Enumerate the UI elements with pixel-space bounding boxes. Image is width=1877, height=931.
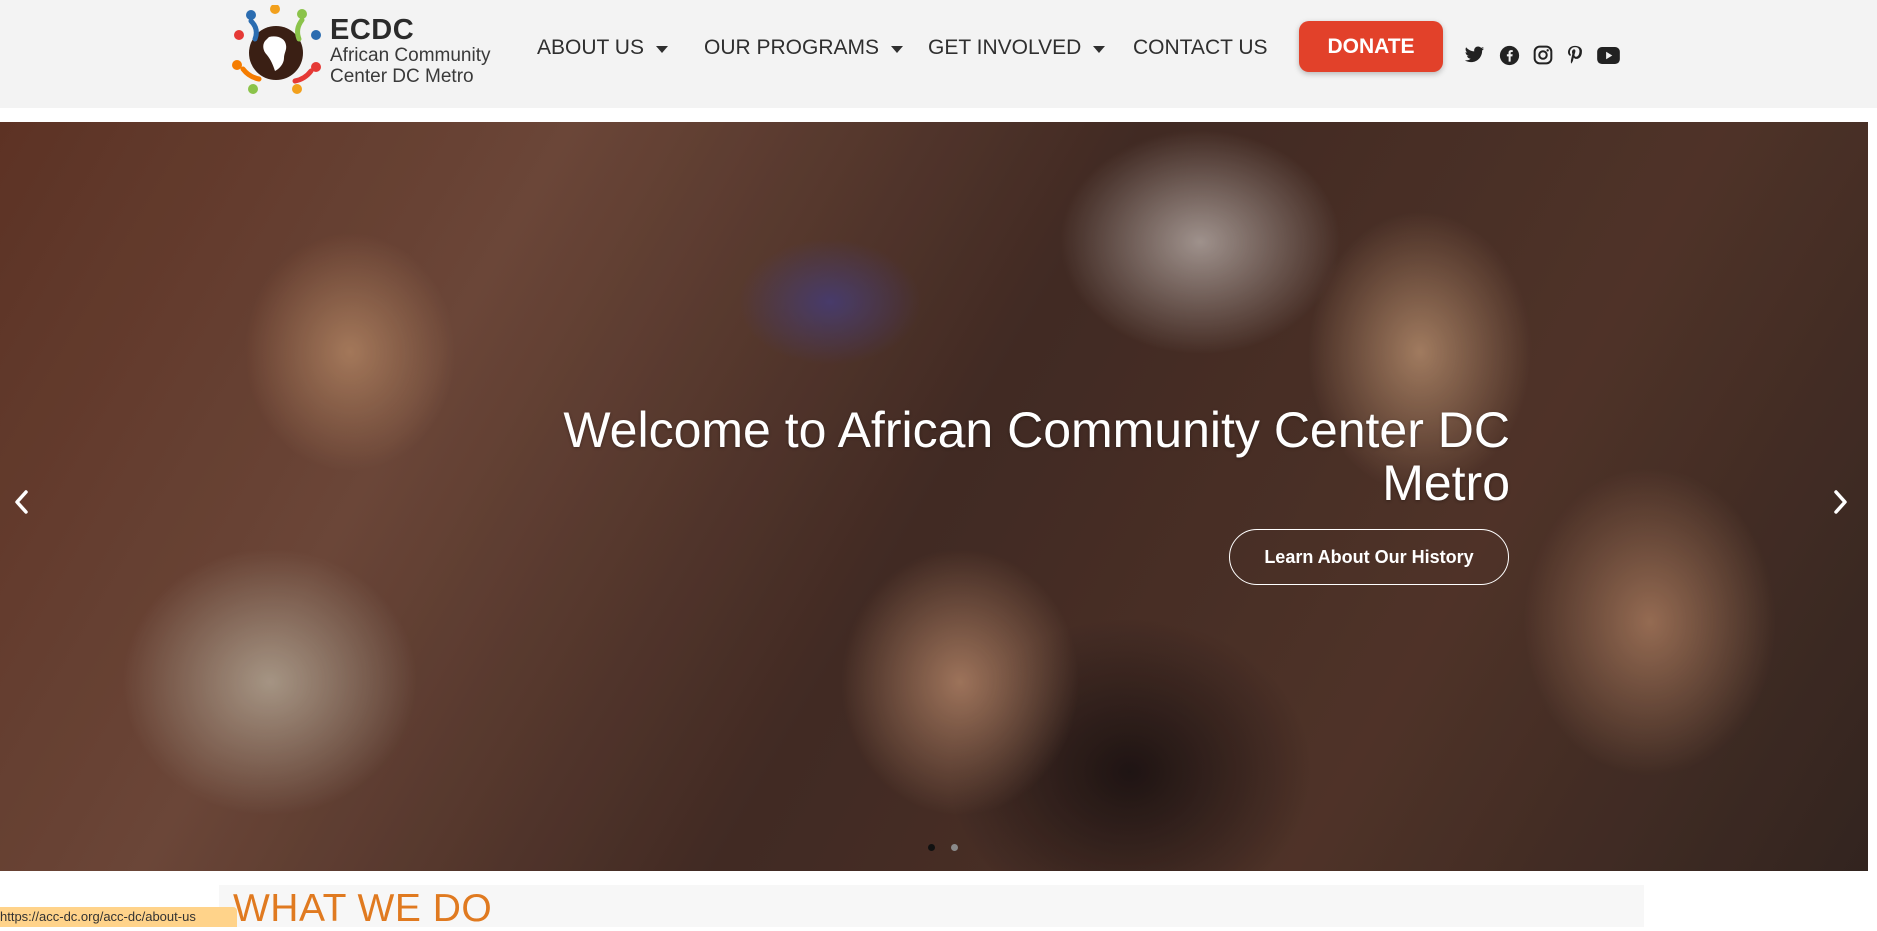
status-bar-url: https://acc-dc.org/acc-dc/about-us <box>0 907 237 927</box>
slider-next-arrow-icon[interactable] <box>1826 482 1856 522</box>
chevron-down-icon <box>891 45 904 53</box>
instagram-icon[interactable] <box>1532 44 1554 66</box>
logo-line-2: Center DC Metro <box>330 66 474 87</box>
logo-line-1: African Community <box>330 45 491 66</box>
facebook-icon[interactable] <box>1498 44 1520 66</box>
nav-contact-us[interactable]: CONTACT US <box>1133 36 1268 60</box>
hero-title: Welcome to African Community Center DC M… <box>563 402 1510 511</box>
logo-brand: ECDC <box>330 14 415 46</box>
chevron-down-icon <box>1093 45 1106 53</box>
donate-button[interactable]: DONATE <box>1299 21 1443 72</box>
twitter-icon[interactable] <box>1463 44 1485 66</box>
slider-dot-1[interactable] <box>928 844 935 851</box>
what-we-do-heading: WHAT WE DO <box>233 887 493 930</box>
hero-slider: Welcome to African Community Center DC M… <box>0 122 1868 871</box>
nav-our-programs-label: OUR PROGRAMS <box>704 36 880 59</box>
pinterest-icon[interactable] <box>1564 44 1586 66</box>
site-header: ECDC African Community Center DC Metro A… <box>0 0 1877 108</box>
nav-about-us[interactable]: ABOUT US <box>537 36 668 60</box>
nav-get-involved-label: GET INVOLVED <box>928 36 1082 59</box>
youtube-icon[interactable] <box>1596 44 1620 66</box>
nav-contact-us-label: CONTACT US <box>1133 36 1268 59</box>
slider-prev-arrow-icon[interactable] <box>6 482 36 522</box>
slider-dot-2[interactable] <box>951 844 958 851</box>
nav-about-us-label: ABOUT US <box>537 36 644 59</box>
nav-our-programs[interactable]: OUR PROGRAMS <box>704 36 904 60</box>
nav-get-involved[interactable]: GET INVOLVED <box>928 36 1106 60</box>
chevron-down-icon <box>655 45 668 53</box>
site-logo[interactable]: ECDC African Community Center DC Metro <box>229 5 499 97</box>
learn-history-button[interactable]: Learn About Our History <box>1229 529 1509 585</box>
logo-emblem-icon <box>232 5 321 94</box>
